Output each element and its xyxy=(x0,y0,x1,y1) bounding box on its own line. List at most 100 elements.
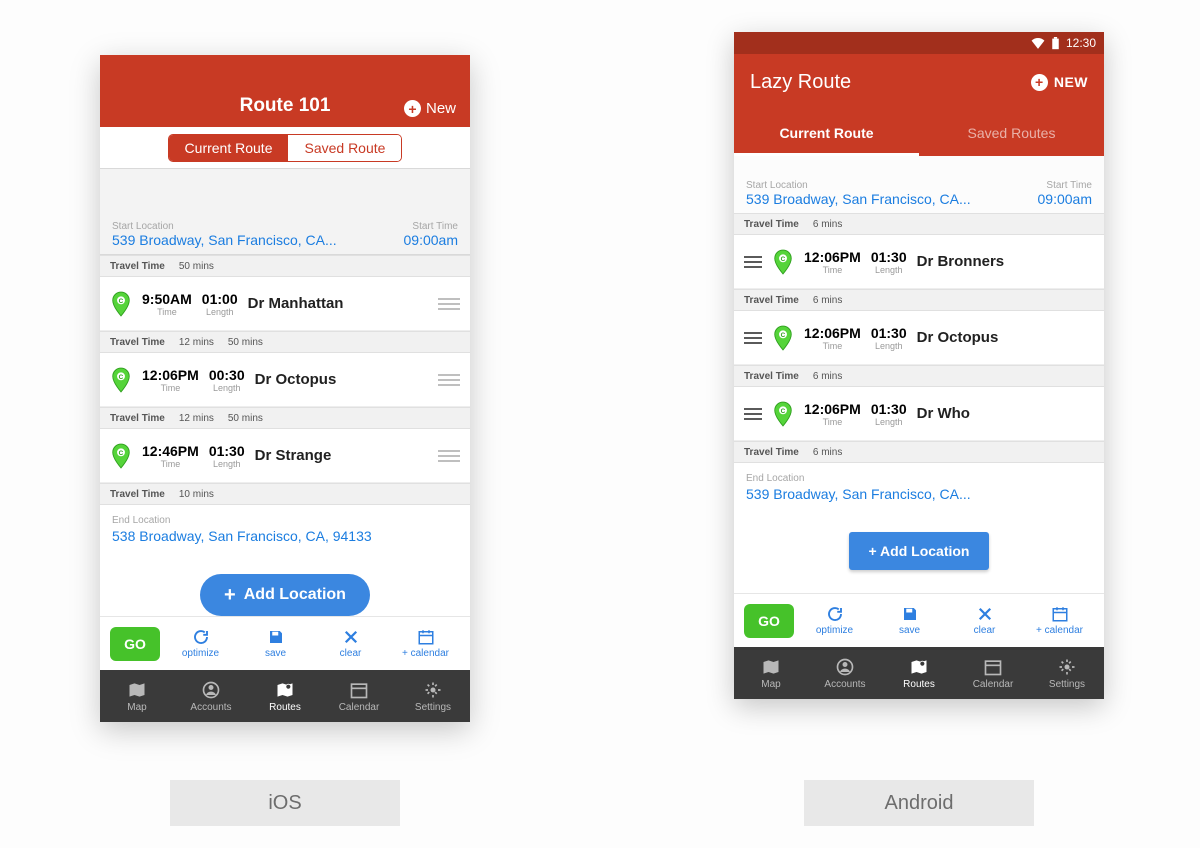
time-sublabel: Time xyxy=(804,417,861,427)
go-button[interactable]: GO xyxy=(110,627,160,661)
drag-handle-icon[interactable] xyxy=(438,450,460,462)
calendar-add-button[interactable]: + calendar xyxy=(1025,605,1094,636)
segmented-control: Current Route Saved Route xyxy=(100,127,470,169)
drag-handle-icon[interactable] xyxy=(744,408,762,420)
calendar-icon xyxy=(1051,605,1069,623)
save-button[interactable]: save xyxy=(875,605,944,636)
page-title: Route 101 xyxy=(240,95,331,117)
android-statusbar: 12:30 xyxy=(734,32,1104,54)
go-button[interactable]: GO xyxy=(744,604,794,638)
start-location-value[interactable]: 539 Broadway, San Francisco, CA... xyxy=(112,232,337,248)
tab-saved-routes[interactable]: Saved Routes xyxy=(919,110,1104,156)
start-location-value[interactable]: 539 Broadway, San Francisco, CA... xyxy=(746,191,971,207)
svg-text:C: C xyxy=(119,298,124,305)
platform-label-android: Android xyxy=(804,780,1034,826)
add-location-button[interactable]: + Add Location xyxy=(849,532,990,570)
svg-text:C: C xyxy=(119,450,124,457)
stop-row[interactable]: C 9:50AMTime 01:00Length Dr Manhattan xyxy=(100,277,470,331)
travel-time-value: 6 mins xyxy=(813,447,842,458)
time-sublabel: Time xyxy=(804,341,861,351)
stop-row[interactable]: C 12:46PMTime 01:30Length Dr Strange xyxy=(100,429,470,483)
stop-name: Dr Bronners xyxy=(917,253,1094,270)
new-button[interactable]: + NEW xyxy=(1031,74,1088,91)
start-time-value[interactable]: 09:00am xyxy=(1038,191,1092,207)
tab-routes[interactable]: Routes xyxy=(248,670,322,722)
pin-icon: C xyxy=(110,443,132,469)
time-sublabel: Time xyxy=(804,265,861,275)
route-body: Start Location 539 Broadway, San Francis… xyxy=(734,156,1104,580)
stop-name: Dr Who xyxy=(917,405,1094,422)
clear-button[interactable]: clear xyxy=(316,628,385,659)
travel-time-row: Travel Time 12 mins 50 mins xyxy=(100,331,470,353)
drag-handle-icon[interactable] xyxy=(438,374,460,386)
action-row: GO optimize save clear + calendar xyxy=(734,593,1104,647)
travel-time-label: Travel Time xyxy=(744,371,799,382)
stop-name: Dr Octopus xyxy=(255,371,428,388)
drag-handle-icon[interactable] xyxy=(438,298,460,310)
stop-name: Dr Octopus xyxy=(917,329,1094,346)
stop-row[interactable]: C 12:06PMTime 01:30Length Dr Octopus xyxy=(734,311,1104,365)
tab-settings[interactable]: Settings xyxy=(1030,647,1104,699)
stops-list: Travel Time 6 mins C 12:06PMTime 01:30Len… xyxy=(734,213,1104,463)
tab-routes[interactable]: Routes xyxy=(882,647,956,699)
tab-map[interactable]: Map xyxy=(734,647,808,699)
action-row: GO optimize save clear + calendar xyxy=(100,616,470,670)
add-location-label: Add Location xyxy=(244,586,346,604)
clear-icon xyxy=(976,605,994,623)
tab-accounts[interactable]: Accounts xyxy=(808,647,882,699)
calendar-label: + calendar xyxy=(402,648,449,659)
tab-calendar[interactable]: Calendar xyxy=(322,670,396,722)
android-phone: 12:30 Lazy Route + NEW Current Route Sav… xyxy=(734,32,1104,699)
drag-handle-icon[interactable] xyxy=(744,256,762,268)
start-location-label: Start Location xyxy=(112,221,337,232)
start-block: Start Location 539 Broadway, San Francis… xyxy=(100,169,470,255)
tab-calendar[interactable]: Calendar xyxy=(956,647,1030,699)
routes-icon xyxy=(274,680,296,700)
tab-settings[interactable]: Settings xyxy=(396,670,470,722)
tab-bar: Map Accounts Routes Calendar Settings xyxy=(100,670,470,722)
tab-accounts[interactable]: Accounts xyxy=(174,670,248,722)
stop-row[interactable]: C 12:06PMTime 01:30Length Dr Bronners xyxy=(734,235,1104,289)
travel-time-label: Travel Time xyxy=(110,337,165,348)
end-location-value[interactable]: 539 Broadway, San Francisco, CA... xyxy=(746,486,971,502)
start-time-value[interactable]: 09:00am xyxy=(404,232,458,248)
save-button[interactable]: save xyxy=(241,628,310,659)
optimize-button[interactable]: optimize xyxy=(166,628,235,659)
length-sublabel: Length xyxy=(871,417,907,427)
optimize-button[interactable]: optimize xyxy=(800,605,869,636)
stop-row[interactable]: C 12:06PMTime 00:30Length Dr Octopus xyxy=(100,353,470,407)
tab-bar: Map Accounts Routes Calendar Settings xyxy=(734,647,1104,699)
end-location-label: End Location xyxy=(746,473,1092,484)
stop-length: 01:30 xyxy=(209,443,245,459)
clear-label: clear xyxy=(974,625,996,636)
tab-strip: Current Route Saved Routes xyxy=(734,110,1104,156)
plus-icon: + xyxy=(1031,74,1048,91)
segment-saved-route[interactable]: Saved Route xyxy=(288,135,401,161)
end-location-value[interactable]: 538 Broadway, San Francisco, CA, 94133 xyxy=(112,528,372,544)
segment-current-route[interactable]: Current Route xyxy=(169,135,289,161)
tab-label: Settings xyxy=(1049,679,1085,690)
calendar-label: + calendar xyxy=(1036,625,1083,636)
calendar-add-button[interactable]: + calendar xyxy=(391,628,460,659)
optimize-icon xyxy=(192,628,210,646)
pin-icon: C xyxy=(110,291,132,317)
tab-current-route[interactable]: Current Route xyxy=(734,110,919,156)
map-icon xyxy=(760,657,782,677)
stop-length: 01:30 xyxy=(871,249,907,265)
clear-button[interactable]: clear xyxy=(950,605,1019,636)
calendar-icon xyxy=(417,628,435,646)
length-sublabel: Length xyxy=(871,341,907,351)
calendar-icon xyxy=(348,680,370,700)
calendar-icon xyxy=(982,657,1004,677)
stop-row[interactable]: C 12:06PMTime 01:30Length Dr Who xyxy=(734,387,1104,441)
length-sublabel: Length xyxy=(209,459,245,469)
gear-icon xyxy=(422,680,444,700)
map-icon xyxy=(126,680,148,700)
pin-icon: C xyxy=(772,249,794,275)
travel-time-value: 50 mins xyxy=(179,261,214,272)
drag-handle-icon[interactable] xyxy=(744,332,762,344)
tab-map[interactable]: Map xyxy=(100,670,174,722)
optimize-label: optimize xyxy=(182,648,219,659)
add-location-button[interactable]: + Add Location xyxy=(200,574,370,616)
new-button[interactable]: + New xyxy=(404,100,456,117)
